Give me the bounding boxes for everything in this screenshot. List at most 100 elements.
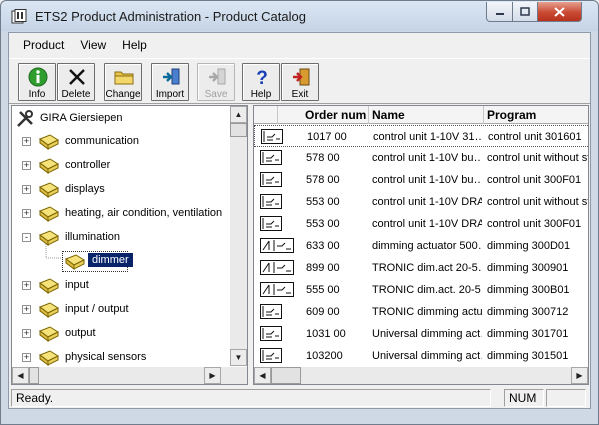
- menu-product[interactable]: Product: [15, 38, 72, 52]
- table-row[interactable]: 633 00 dimming actuator 500… dimming 300D0…: [254, 235, 588, 257]
- product-list[interactable]: Order num Name Program 1017 00 control un…: [253, 105, 589, 385]
- exit-icon: [293, 68, 310, 86]
- book-icon: [38, 326, 60, 342]
- dimmer-device-icon: [260, 238, 294, 253]
- delete-button[interactable]: Delete: [57, 63, 95, 101]
- scroll-left-button[interactable]: ◀: [254, 367, 271, 384]
- expander[interactable]: +: [22, 161, 31, 170]
- menu-bar: Product View Help: [9, 33, 590, 57]
- column-program[interactable]: Program: [484, 106, 588, 124]
- expander[interactable]: +: [22, 329, 31, 338]
- help-icon: ?: [256, 68, 268, 87]
- table-row[interactable]: 1031 00 Universal dimming act… dimming 301…: [254, 323, 588, 345]
- catalog-tree[interactable]: GIRA Giersiepen + communication + controlle…: [11, 105, 248, 385]
- list-hscrollbar[interactable]: ◀ ▶: [254, 367, 588, 384]
- order-num-cell: 1017 00: [307, 131, 347, 143]
- program-cell: control unit 300F01: [487, 174, 582, 186]
- change-label: Change: [105, 89, 141, 100]
- scroll-left-button[interactable]: ◀: [12, 367, 29, 384]
- name-cell: control unit 1-10V bu…: [372, 174, 482, 186]
- tree-item-label: physical sensors: [65, 351, 147, 363]
- icon-column-header[interactable]: [254, 106, 278, 124]
- maximize-button[interactable]: [512, 2, 538, 22]
- scroll-thumb[interactable]: [230, 123, 247, 137]
- column-order-num[interactable]: Order num: [278, 106, 369, 124]
- order-num-cell: 1031 00: [306, 328, 346, 340]
- table-row[interactable]: 555 00 TRONIC dim.act. 20-5… dimming 300B0…: [254, 279, 588, 301]
- scroll-thumb-h[interactable]: [271, 367, 301, 384]
- save-button[interactable]: Save: [197, 63, 235, 101]
- window-title: ETS2 Product Administration - Product Ca…: [35, 9, 306, 24]
- program-cell: dimming 300901: [487, 262, 569, 274]
- client-area: Product View Help Info Delete Change Imp…: [8, 32, 591, 409]
- name-cell: control unit 1-10V 31…: [373, 131, 483, 143]
- tree-item[interactable]: + communication: [12, 130, 230, 154]
- table-row[interactable]: 553 00 control unit 1-10V DRA control unit…: [254, 213, 588, 235]
- tree-item-label: heating, air condition, ventilation: [65, 207, 223, 219]
- order-num-cell: 578 00: [306, 174, 340, 186]
- tree-item[interactable]: + displays: [12, 178, 230, 202]
- book-icon: [38, 158, 60, 174]
- expander[interactable]: +: [22, 137, 31, 146]
- import-button[interactable]: Import: [151, 63, 189, 101]
- table-row[interactable]: 578 00 control unit 1-10V bu… control unit…: [254, 147, 588, 169]
- table-row[interactable]: 609 00 TRONIC dimming actu… dimming 300712: [254, 301, 588, 323]
- change-button[interactable]: Change: [104, 63, 142, 101]
- table-row[interactable]: 1017 00 control unit 1-10V 31… control uni…: [254, 125, 588, 147]
- menu-view[interactable]: View: [72, 38, 114, 52]
- control-device-icon: [260, 304, 282, 319]
- close-button[interactable]: [537, 2, 582, 22]
- control-device-icon: [261, 129, 283, 144]
- exit-label: Exit: [291, 89, 309, 100]
- order-num-cell: 103200: [306, 350, 343, 362]
- exit-button[interactable]: Exit: [281, 63, 319, 101]
- tree-item[interactable]: + input: [12, 274, 230, 298]
- app-icon: [11, 9, 27, 24]
- tree-item[interactable]: + output: [12, 322, 230, 346]
- dimmer-device-icon: [260, 282, 294, 297]
- expander[interactable]: +: [22, 353, 31, 362]
- info-label: Info: [28, 89, 46, 100]
- expander[interactable]: +: [22, 305, 31, 314]
- tree-item[interactable]: + heating, air condition, ventilation: [12, 202, 230, 226]
- expander[interactable]: +: [22, 209, 31, 218]
- table-row[interactable]: 553 00 control unit 1-10V DRA control unit…: [254, 191, 589, 213]
- tree-item[interactable]: dimmer: [12, 244, 230, 274]
- save-icon: [209, 68, 226, 85]
- program-cell: control unit 301601: [488, 131, 582, 143]
- status-bar: Ready. NUM: [9, 388, 590, 409]
- scroll-right-button[interactable]: ▶: [204, 367, 221, 384]
- book-icon: [38, 278, 60, 294]
- tree-item[interactable]: + input / output: [12, 298, 230, 322]
- info-button[interactable]: Info: [18, 63, 56, 101]
- tree-item[interactable]: + controller: [12, 154, 230, 178]
- expander[interactable]: +: [22, 185, 31, 194]
- column-name[interactable]: Name: [369, 106, 484, 124]
- scroll-right-button[interactable]: ▶: [571, 367, 588, 384]
- status-text: Ready.: [11, 389, 491, 407]
- tree-item-label: dimmer: [88, 253, 133, 267]
- table-row[interactable]: 103200 Universal dimming act… dimming 3015…: [254, 345, 588, 367]
- control-device-icon: [260, 216, 282, 231]
- tree-hscrollbar[interactable]: ◀ ▶: [12, 367, 247, 384]
- menu-help[interactable]: Help: [114, 38, 155, 52]
- expander[interactable]: +: [22, 281, 31, 290]
- num-indicator: NUM: [504, 389, 544, 407]
- expander[interactable]: -: [22, 233, 31, 242]
- help-button[interactable]: ? Help: [242, 63, 280, 101]
- name-cell: control unit 1-10V DRA: [372, 196, 482, 208]
- import-label: Import: [155, 89, 185, 100]
- program-cell: control unit without st: [487, 196, 589, 208]
- tree-root[interactable]: GIRA Giersiepen: [12, 107, 232, 131]
- table-row[interactable]: 899 00 TRONIC dim.act 20-5… dimming 300901: [254, 257, 588, 279]
- title-bar[interactable]: ETS2 Product Administration - Product Ca…: [1, 1, 598, 31]
- table-row[interactable]: 578 00 control unit 1-10V bu… control unit…: [254, 169, 588, 191]
- tree-vscrollbar[interactable]: ▲ ▼: [230, 106, 247, 366]
- scroll-thumb-h[interactable]: [29, 367, 39, 384]
- maximize-icon: [520, 7, 530, 16]
- minimize-button[interactable]: [486, 2, 513, 22]
- delete-label: Delete: [61, 89, 91, 100]
- scroll-down-button[interactable]: ▼: [230, 349, 247, 366]
- control-device-icon: [260, 150, 282, 165]
- scroll-up-button[interactable]: ▲: [230, 106, 247, 123]
